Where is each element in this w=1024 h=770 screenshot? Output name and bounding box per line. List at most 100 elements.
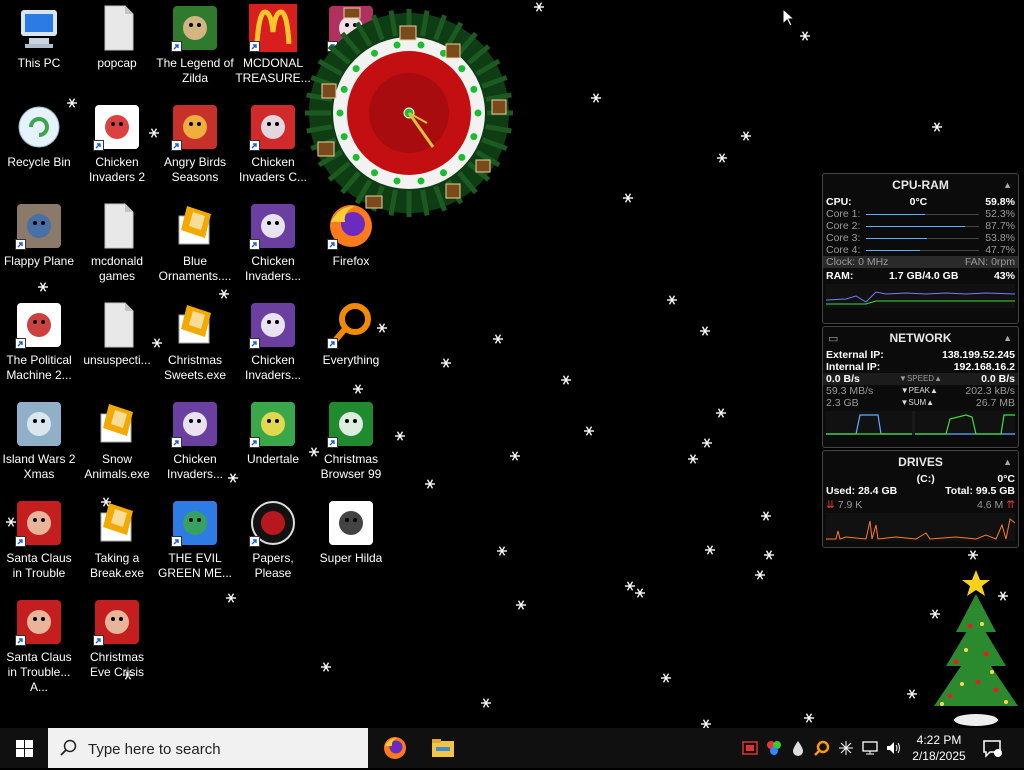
desktop-icon-label: Christmas Eve Crisis [89, 650, 144, 679]
desktop-icon[interactable]: Chicken Invaders 2 [78, 103, 156, 185]
desktop-icon[interactable]: Santa Claus in Trouble [0, 499, 78, 581]
cpu-core-row: Core 4: 47.7% [823, 244, 1018, 256]
internal-ip-label: Internal IP: [826, 361, 881, 373]
cpu-ram-title: CPU-RAM [892, 178, 949, 192]
clock-speed: Clock: 0 MHz [826, 256, 889, 268]
desktop-icon-label: Super Hilda [319, 551, 383, 565]
windows-logo-icon [16, 740, 33, 757]
desktop-icon-label: Santa Claus in Trouble... A... [6, 650, 72, 694]
firefox-icon [384, 737, 406, 759]
desktop-icon[interactable]: Angry Birds Seasons [156, 103, 234, 185]
drive-write: 4.6 M [977, 499, 1004, 511]
tray-snowflake-icon[interactable] [838, 740, 854, 756]
exe-icon [93, 499, 141, 547]
exe-icon [171, 301, 219, 349]
monitor-icon: ▭ [828, 333, 839, 345]
desktop-icon[interactable]: THE EVIL GREEN ME... [156, 499, 234, 581]
search-icon [60, 739, 77, 756]
cpu-percent: 59.8% [985, 196, 1015, 208]
core-usage-bar [866, 250, 980, 251]
chicken-invaders-icon [249, 301, 297, 349]
taskbar-search-box[interactable] [48, 728, 368, 770]
action-center-icon[interactable] [982, 738, 1002, 758]
flappy-plane-icon [15, 202, 63, 250]
desktop-icon-label: Firefox [332, 254, 370, 268]
desktop-icon[interactable]: Santa Claus in Trouble... A... [0, 598, 78, 695]
desktop[interactable]: This PC popcap The Legend of Zilda MCDONAL … [0, 0, 1024, 728]
desktop-icon[interactable]: Chicken Invaders... [234, 301, 312, 383]
desktop-icon[interactable]: The Legend of Zilda [156, 4, 234, 86]
taskbar-clock[interactable]: 4:22 PM 2/18/2025 [906, 732, 972, 764]
desktop-icon[interactable]: Undertale [234, 400, 312, 467]
search-input[interactable] [86, 728, 360, 770]
collapse-icon[interactable]: ▲ [1003, 180, 1012, 190]
desktop-icon[interactable]: This PC [0, 4, 78, 71]
core-label: Core 1: [826, 208, 861, 220]
clock-date: 2/18/2025 [912, 749, 966, 763]
tray-drop-icon[interactable] [790, 740, 806, 756]
folder-icon [93, 301, 141, 349]
shortcut-arrow-icon [93, 140, 104, 151]
desktop-icon[interactable]: Papers, Please [234, 499, 312, 581]
cpu-temp: 0°C [909, 196, 928, 208]
desktop-icon[interactable]: unsuspecti... [78, 301, 156, 368]
drive-activity-graph [826, 513, 1015, 541]
messenger-icon [171, 499, 219, 547]
volume-icon[interactable] [886, 740, 902, 756]
desktop-icon[interactable]: Recycle Bin [0, 103, 78, 170]
core-value: 52.3% [985, 208, 1015, 220]
shortcut-arrow-icon [249, 536, 260, 547]
desktop-icon[interactable]: Super Hilda [312, 499, 390, 566]
santa-claus-icon [15, 499, 63, 547]
christmas-tree-decoration [934, 570, 1018, 726]
mcdonalds-icon [249, 4, 297, 52]
sum-download: 26.7 MB [975, 397, 1015, 409]
drives-gadget[interactable]: DRIVES ▲ (C:) 0°C Used: 28.4 GB Total: 9… [822, 450, 1019, 548]
fan-speed: FAN: 0rpm [964, 256, 1015, 268]
sum-upload: 2.3 GB [826, 397, 859, 409]
desktop-icon[interactable]: The Political Machine 2... [0, 301, 78, 383]
desktop-icon[interactable]: Christmas Browser 99 [312, 400, 390, 482]
cpu-label: CPU: [826, 196, 852, 208]
network-gadget[interactable]: NETWORK ▭ ▲ External IP: 138.199.52.245 I… [822, 326, 1019, 448]
desktop-icon[interactable]: Snow Animals.exe [78, 400, 156, 482]
taskbar-file-explorer[interactable] [419, 728, 467, 768]
shortcut-arrow-icon [249, 437, 260, 448]
desktop-icon[interactable]: Island Wars 2 Xmas [0, 400, 78, 482]
desktop-icon[interactable]: Christmas Sweets.exe [156, 301, 234, 383]
network-icon[interactable] [862, 740, 878, 756]
start-button[interactable] [0, 728, 48, 768]
desktop-icon-label: Papers, Please [252, 551, 294, 580]
drive-letter: (C:) [916, 473, 935, 485]
collapse-icon[interactable]: ▲ [1003, 457, 1012, 467]
tray-app-icon[interactable] [742, 740, 758, 756]
cpu-core-row: Core 3: 53.8% [823, 232, 1018, 244]
desktop-icon-label: Island Wars 2 Xmas [2, 452, 76, 481]
santa-claus-icon [93, 598, 141, 646]
desktop-icon-label: Flappy Plane [3, 254, 75, 268]
collapse-icon[interactable]: ▲ [1003, 333, 1012, 343]
exe-icon [171, 202, 219, 250]
chicken-invaders-2-icon [93, 103, 141, 151]
desktop-icon[interactable]: popcap [78, 4, 156, 71]
desktop-icon[interactable]: Taking a Break.exe [78, 499, 156, 581]
desktop-icon[interactable]: Everything [312, 301, 390, 368]
cpu-ram-gadget[interactable]: CPU-RAM ▲ CPU: 0°C 59.8% Core 1: 52.3% Cor… [822, 173, 1019, 324]
desktop-icon[interactable]: Flappy Plane [0, 202, 78, 269]
network-title: NETWORK [889, 331, 952, 345]
core-value: 87.7% [985, 220, 1015, 232]
tray-colorful-app-icon[interactable] [766, 740, 782, 756]
ram-used: 1.7 GB/4.0 GB [888, 270, 959, 282]
desktop-icon[interactable]: Blue Ornaments.... [156, 202, 234, 284]
ram-row: RAM: 1.7 GB/4.0 GB 43% [823, 270, 1018, 282]
santa-claus-icon [15, 598, 63, 646]
desktop-icon[interactable]: Christmas Eve Crisis [78, 598, 156, 680]
chicken-invaders-icon [249, 202, 297, 250]
shortcut-arrow-icon [327, 338, 338, 349]
desktop-icon[interactable]: mcdonald games [78, 202, 156, 284]
core-usage-bar [866, 214, 980, 215]
taskbar-firefox[interactable] [371, 728, 419, 768]
desktop-icon-label: Recycle Bin [7, 155, 71, 169]
tray-everything-icon[interactable] [814, 740, 830, 756]
desktop-icon[interactable]: Chicken Invaders... [156, 400, 234, 482]
